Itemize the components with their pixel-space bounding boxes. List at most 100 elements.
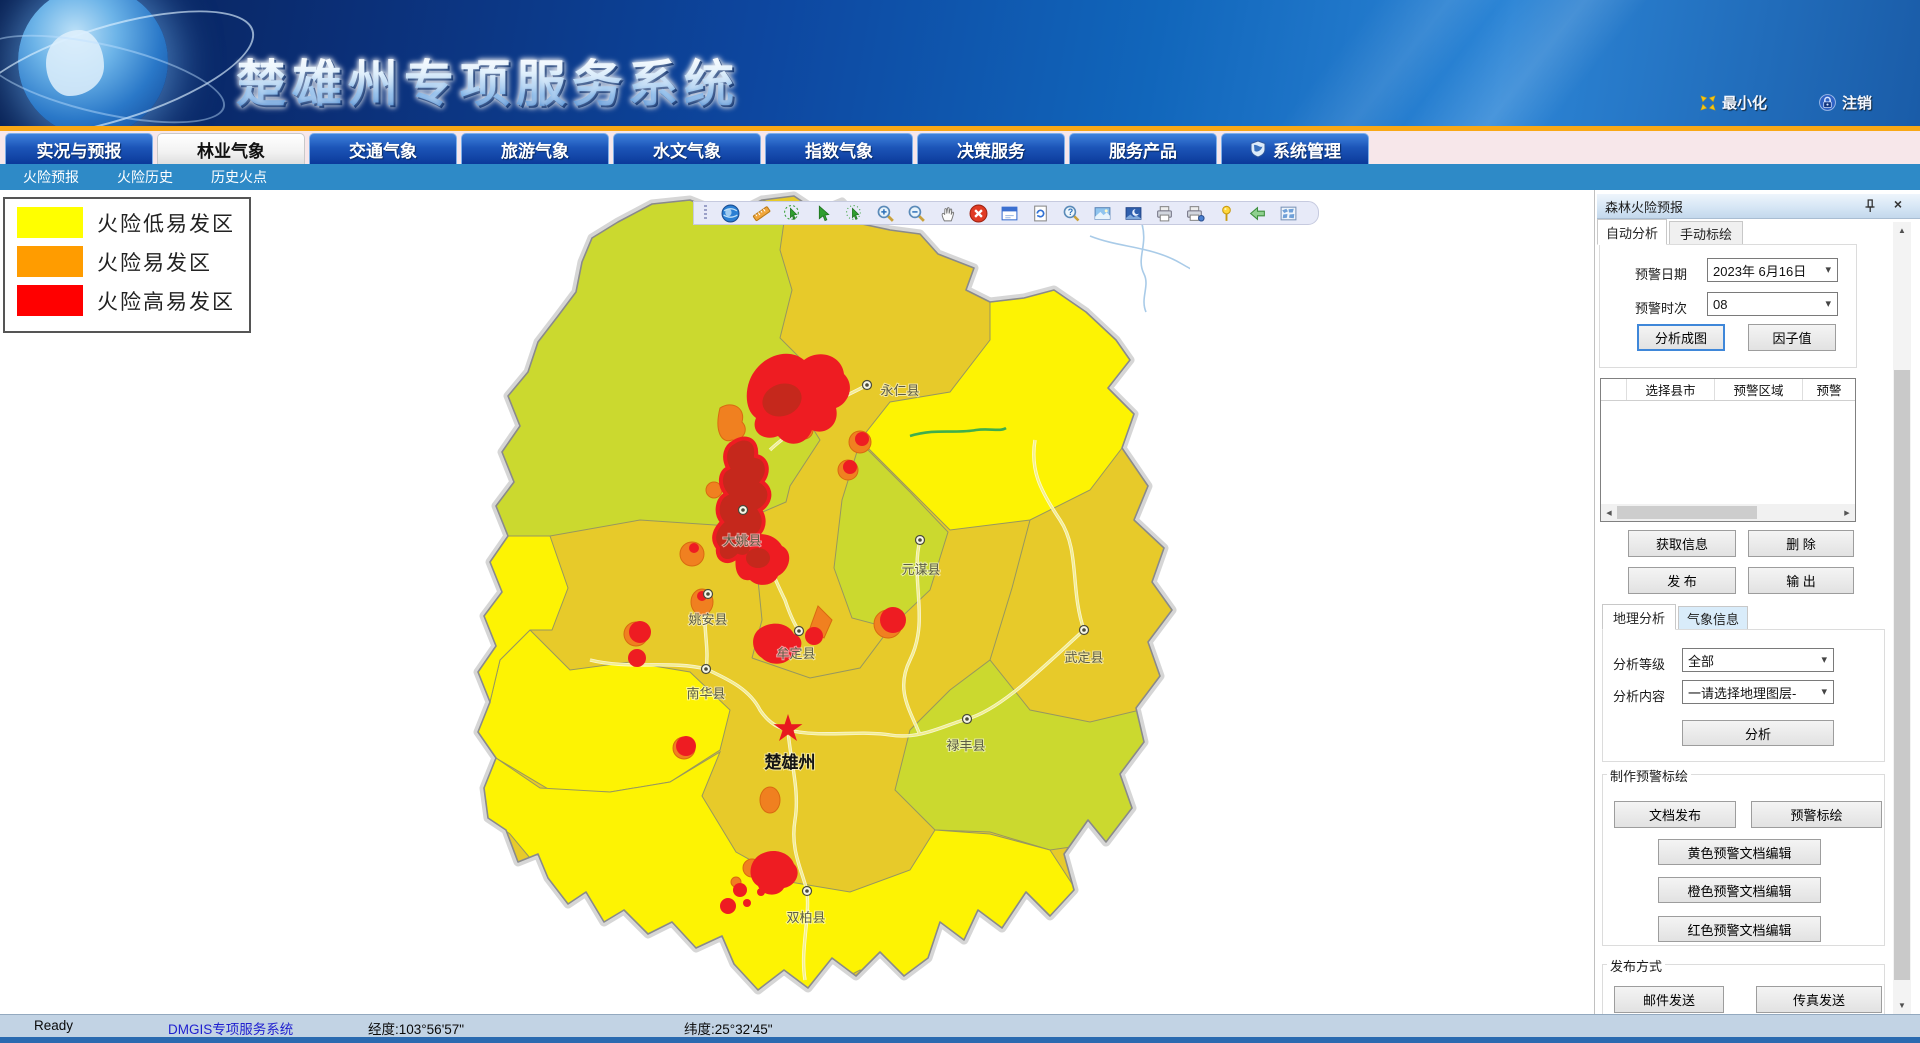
tab-hydro-weather[interactable]: 水文气象	[613, 133, 761, 164]
map-tiles-icon[interactable]	[1278, 203, 1298, 223]
doc-publish-button[interactable]: 文档发布	[1614, 801, 1736, 828]
logout-button[interactable]: 注销	[1819, 92, 1872, 113]
night-view-icon[interactable]	[1123, 203, 1143, 223]
table-header-select	[1601, 379, 1627, 400]
chevron-down-icon: ▾	[1821, 685, 1827, 698]
select-lasso-icon[interactable]	[844, 203, 864, 223]
analyze-button[interactable]: 分析	[1682, 720, 1834, 746]
county-label-lufeng: 禄丰县	[946, 738, 985, 753]
orange-warning-doc-button[interactable]: 橙色预警文档编辑	[1658, 877, 1821, 903]
zoom-out-icon[interactable]	[906, 203, 926, 223]
close-icon[interactable]: ×	[1890, 196, 1906, 214]
map-canvas[interactable]: 火险低易发区 火险易发区 火险高易发区	[0, 190, 1592, 1014]
refresh-page-icon[interactable]	[1030, 203, 1050, 223]
publish-group-label: 发布方式	[1607, 956, 1665, 975]
panel-scrollbar[interactable]: ▲ ▼	[1893, 222, 1911, 1014]
pan-hand-icon[interactable]	[937, 203, 957, 223]
legend-swatch-low	[17, 207, 83, 238]
legend-row: 火险低易发区	[17, 207, 249, 238]
zoom-in-icon[interactable]	[875, 203, 895, 223]
scroll-right-icon[interactable]: ▶	[1839, 504, 1855, 521]
tab-system-management[interactable]: 系统管理	[1221, 133, 1369, 164]
tab-geo-analysis[interactable]: 地理分析	[1602, 604, 1676, 630]
tab-forestry-weather[interactable]: 林业气象	[157, 133, 305, 164]
analysis-level-combo[interactable]: 全部 ▾	[1682, 648, 1834, 672]
status-bar: Ready DMGIS专项服务系统 经度:103°56'57" 纬度:25°32…	[0, 1014, 1920, 1037]
tab-service-products[interactable]: 服务产品	[1069, 133, 1217, 164]
legend-row: 火险高易发区	[17, 285, 249, 316]
warn-plot-button[interactable]: 预警标绘	[1751, 801, 1882, 828]
print-setup-icon[interactable]	[1185, 203, 1205, 223]
status-system-link[interactable]: DMGIS专项服务系统	[168, 1018, 293, 1038]
toolbar-grip[interactable]	[704, 205, 707, 221]
ruler-icon[interactable]	[751, 203, 771, 223]
county-label-shuangbai: 双柏县	[786, 910, 825, 925]
app-banner: 楚雄州专项服务系统 最小化 注销	[0, 0, 1920, 126]
submenu-fire-risk-forecast[interactable]: 火险预报	[23, 167, 79, 187]
factor-value-button[interactable]: 因子值	[1748, 324, 1836, 351]
publish-button[interactable]: 发 布	[1628, 567, 1736, 594]
export-button[interactable]: 输 出	[1748, 567, 1854, 594]
svg-text:?: ?	[1067, 206, 1072, 216]
delete-button[interactable]: 删 除	[1748, 530, 1854, 557]
window-view-icon[interactable]	[999, 203, 1019, 223]
panel-divider	[1594, 190, 1595, 1014]
warn-date-combo[interactable]: 2023年 6月16日 ▾	[1707, 258, 1838, 282]
red-warning-doc-button[interactable]: 红色预警文档编辑	[1658, 916, 1821, 942]
pin-marker-icon[interactable]	[1216, 203, 1236, 223]
lock-icon	[1819, 94, 1836, 111]
tab-decision-service[interactable]: 决策服务	[917, 133, 1065, 164]
select-arrow-icon[interactable]	[813, 203, 833, 223]
stop-icon[interactable]	[968, 203, 988, 223]
county-label-yuanmou: 元谋县	[901, 562, 940, 577]
submenu-historical-fire-points[interactable]: 历史火点	[211, 167, 267, 187]
warn-date-label: 预警日期	[1635, 264, 1687, 283]
fax-send-button[interactable]: 传真发送	[1756, 986, 1882, 1013]
prefecture-label: 楚雄州	[765, 752, 816, 772]
analysis-content-combo[interactable]: 一请选择地理图层- ▾	[1682, 680, 1834, 704]
print-icon[interactable]	[1154, 203, 1174, 223]
status-latitude: 纬度:25°32'45"	[684, 1018, 773, 1038]
warn-time-combo[interactable]: 08 ▾	[1707, 292, 1838, 316]
pin-icon[interactable]	[1862, 198, 1878, 214]
tab-traffic-weather[interactable]: 交通气象	[309, 133, 457, 164]
warn-date-value: 2023年 6月16日	[1713, 261, 1806, 280]
identify-icon[interactable]: ?	[1061, 203, 1081, 223]
tab-index-weather[interactable]: 指数气象	[765, 133, 913, 164]
tab-manual-plot[interactable]: 手动标绘	[1669, 221, 1743, 245]
chevron-down-icon: ▾	[1825, 297, 1831, 310]
scroll-down-icon[interactable]: ▼	[1893, 997, 1911, 1014]
hscroll-thumb[interactable]	[1617, 506, 1757, 519]
tab-realtime-forecast[interactable]: 实况与预报	[5, 133, 153, 164]
email-send-button[interactable]: 邮件发送	[1614, 986, 1724, 1013]
minimize-button[interactable]: 最小化	[1700, 92, 1767, 113]
map-legend: 火险低易发区 火险易发区 火险高易发区	[3, 197, 251, 333]
county-label-yaoan: 姚安县	[688, 612, 727, 627]
get-info-button[interactable]: 获取信息	[1628, 530, 1736, 557]
image-view-icon[interactable]	[1092, 203, 1112, 223]
scroll-left-icon[interactable]: ◀	[1601, 504, 1617, 521]
tab-auto-analysis[interactable]: 自动分析	[1597, 219, 1667, 245]
status-ready: Ready	[34, 1018, 73, 1033]
tab-tourism-weather[interactable]: 旅游气象	[461, 133, 609, 164]
table-hscrollbar[interactable]: ◀ ▶	[1601, 504, 1855, 521]
globe-icon[interactable]	[720, 203, 740, 223]
select-polygon-icon[interactable]	[782, 203, 802, 223]
map-toolbar: ?	[693, 201, 1319, 225]
warning-table[interactable]: 选择县市 预警区域 预警 ◀ ▶	[1600, 378, 1856, 522]
legend-swatch-high	[17, 285, 83, 316]
tab-weather-info[interactable]: 气象信息	[1678, 606, 1748, 630]
analysis-content-label: 分析内容	[1613, 686, 1665, 705]
legend-row: 火险易发区	[17, 246, 249, 277]
analyze-map-button[interactable]: 分析成图	[1637, 324, 1725, 351]
submenu-bar: 火险预报 火险历史 历史火点	[0, 164, 1920, 190]
submenu-fire-risk-history[interactable]: 火险历史	[117, 167, 173, 187]
back-arrow-icon[interactable]	[1247, 203, 1267, 223]
yellow-warning-doc-button[interactable]: 黄色预警文档编辑	[1658, 839, 1821, 865]
scroll-up-icon[interactable]: ▲	[1893, 222, 1911, 239]
fire-risk-map[interactable]: 永仁县 元谋县 大姚县 姚安县 武定县 牟定县 南华县 禄丰县 双柏县 楚雄州	[390, 190, 1190, 1014]
chevron-down-icon: ▾	[1825, 263, 1831, 276]
minimize-icon	[1700, 95, 1716, 111]
legend-swatch-mid	[17, 246, 83, 277]
vscroll-thumb[interactable]	[1894, 370, 1910, 980]
